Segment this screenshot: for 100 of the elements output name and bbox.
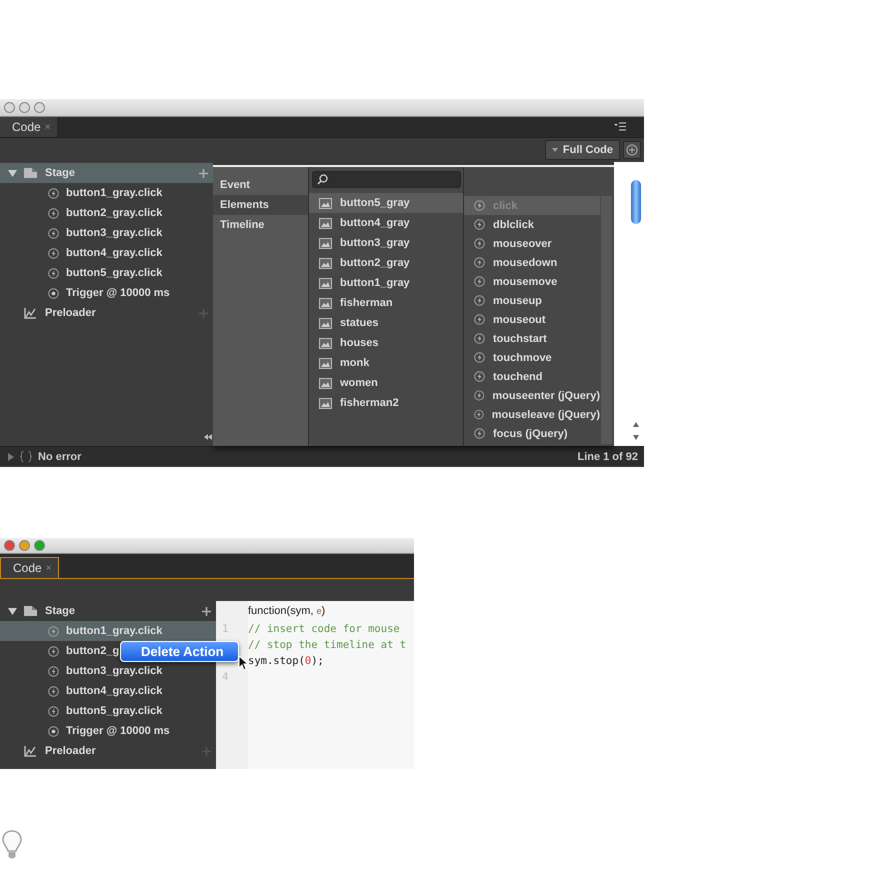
window-control[interactable]: [19, 102, 30, 113]
image-icon: [319, 318, 332, 328]
lightning-icon: [48, 666, 58, 676]
image-icon: [319, 358, 332, 368]
add-icon: [626, 144, 638, 156]
element-item[interactable]: statues: [309, 313, 463, 333]
lightning-icon: [48, 188, 58, 198]
trigger-icon: [48, 288, 58, 298]
code-tab[interactable]: Code ×: [0, 557, 59, 578]
element-item[interactable]: button4_gray: [309, 213, 463, 233]
window-control[interactable]: [34, 102, 45, 113]
option-item[interactable]: touchend: [464, 367, 600, 386]
option-item[interactable]: mouseover: [464, 234, 600, 253]
window-control[interactable]: [4, 102, 15, 113]
image-icon: [319, 218, 332, 228]
lightning-icon: [474, 371, 485, 382]
element-item[interactable]: fisherman2: [309, 393, 463, 413]
image-icon: [319, 238, 332, 248]
lightning-icon: [48, 228, 58, 238]
option-item[interactable]: mouseout: [464, 310, 600, 329]
element-item[interactable]: women: [309, 373, 463, 393]
panel-menu-icon[interactable]: [614, 122, 626, 131]
tree-item[interactable]: button5_gray.click: [0, 263, 213, 283]
element-item[interactable]: button1_gray: [309, 273, 463, 293]
expand-arrow-icon[interactable]: [8, 452, 14, 460]
code-line: sym.stop(0);: [248, 655, 324, 667]
tree-item[interactable]: button3_gray.click: [0, 223, 213, 243]
tree-item[interactable]: button4_gray.click: [0, 681, 216, 701]
lightning-icon: [474, 219, 485, 230]
collapse-arrow-icon[interactable]: [8, 606, 17, 616]
cursor-icon: [238, 655, 249, 671]
tree-item[interactable]: Stage: [0, 163, 213, 183]
lightning-icon: [48, 706, 58, 716]
collapse-arrow-icon[interactable]: [8, 168, 17, 178]
caret-icon: [552, 148, 558, 152]
lightning-icon: [474, 295, 485, 306]
tree-item[interactable]: Trigger @ 10000 ms: [0, 721, 216, 741]
option-item[interactable]: mouseenter (jQuery): [464, 386, 600, 405]
braces-icon: [20, 451, 32, 462]
element-item[interactable]: monk: [309, 353, 463, 373]
element-item[interactable]: button2_gray: [309, 253, 463, 273]
add-button[interactable]: [623, 141, 641, 159]
lightning-icon: [474, 314, 485, 325]
scroll-thumb[interactable]: [631, 180, 641, 224]
tree-item[interactable]: Preloader: [0, 303, 213, 323]
status-message: No error: [38, 450, 82, 462]
tree-item[interactable]: button1_gray.click: [0, 183, 213, 203]
lightning-icon: [474, 428, 485, 439]
lightning-icon: [48, 208, 58, 218]
option-item[interactable]: mousedown: [464, 253, 600, 272]
lightning-icon: [474, 352, 485, 363]
element-item[interactable]: houses: [309, 333, 463, 353]
option-item[interactable]: touchstart: [464, 329, 600, 348]
window-control[interactable]: [34, 540, 45, 551]
option-item[interactable]: mouseup: [464, 291, 600, 310]
element-item[interactable]: button5_gray: [309, 193, 463, 213]
element-item[interactable]: fisherman: [309, 293, 463, 313]
lightning-icon: [474, 333, 485, 344]
tree-item[interactable]: Trigger @ 10000 ms: [0, 283, 213, 303]
option-item[interactable]: touchmove: [464, 348, 600, 367]
window-control[interactable]: [4, 540, 15, 551]
option-item[interactable]: mousemove: [464, 272, 600, 291]
lightning-icon: [474, 238, 485, 249]
image-icon: [319, 378, 332, 388]
tree-item[interactable]: button5_gray.click: [0, 701, 216, 721]
scroll-arrows-icon[interactable]: [631, 420, 641, 442]
image-icon: [319, 398, 332, 408]
stage-icon: [24, 168, 36, 178]
preloader-icon: [24, 745, 36, 757]
code-line: // stop the timeline at t: [248, 639, 406, 651]
tree-item[interactable]: Preloader: [0, 741, 216, 761]
category-item[interactable]: Elements: [213, 195, 308, 215]
window-control[interactable]: [19, 540, 30, 551]
context-menu[interactable]: Delete Action: [120, 641, 239, 662]
tree-item[interactable]: button1_gray.click: [0, 621, 216, 641]
add-icon[interactable]: [202, 606, 211, 616]
lightning-icon: [48, 646, 58, 656]
lightning-icon: [48, 268, 58, 278]
function-signature: function(sym, e): [248, 604, 326, 619]
line-position: Line 1 of 92: [577, 450, 638, 462]
category-item[interactable]: Event: [213, 175, 308, 195]
tree-item[interactable]: button3_gray.click: [0, 661, 216, 681]
tree-item[interactable]: Stage: [0, 601, 216, 621]
collapse-icon[interactable]: [204, 434, 212, 440]
option-item[interactable]: dblclick: [464, 215, 600, 234]
full-code-button[interactable]: Full Code: [544, 140, 620, 160]
image-icon: [319, 198, 332, 208]
add-icon[interactable]: [199, 168, 208, 178]
lightning-icon: [474, 200, 485, 211]
code-tab[interactable]: Code ×: [0, 117, 57, 137]
image-icon: [319, 278, 332, 288]
tree-item[interactable]: button2_gray.click: [0, 203, 213, 223]
option-item[interactable]: focus (jQuery): [464, 424, 600, 443]
lightning-icon: [474, 276, 485, 287]
element-item[interactable]: button3_gray: [309, 233, 463, 253]
preloader-icon: [24, 307, 36, 319]
search-field[interactable]: [312, 171, 461, 188]
option-item[interactable]: mouseleave (jQuery): [464, 405, 600, 424]
tree-item[interactable]: button4_gray.click: [0, 243, 213, 263]
category-item[interactable]: Timeline: [213, 215, 308, 235]
